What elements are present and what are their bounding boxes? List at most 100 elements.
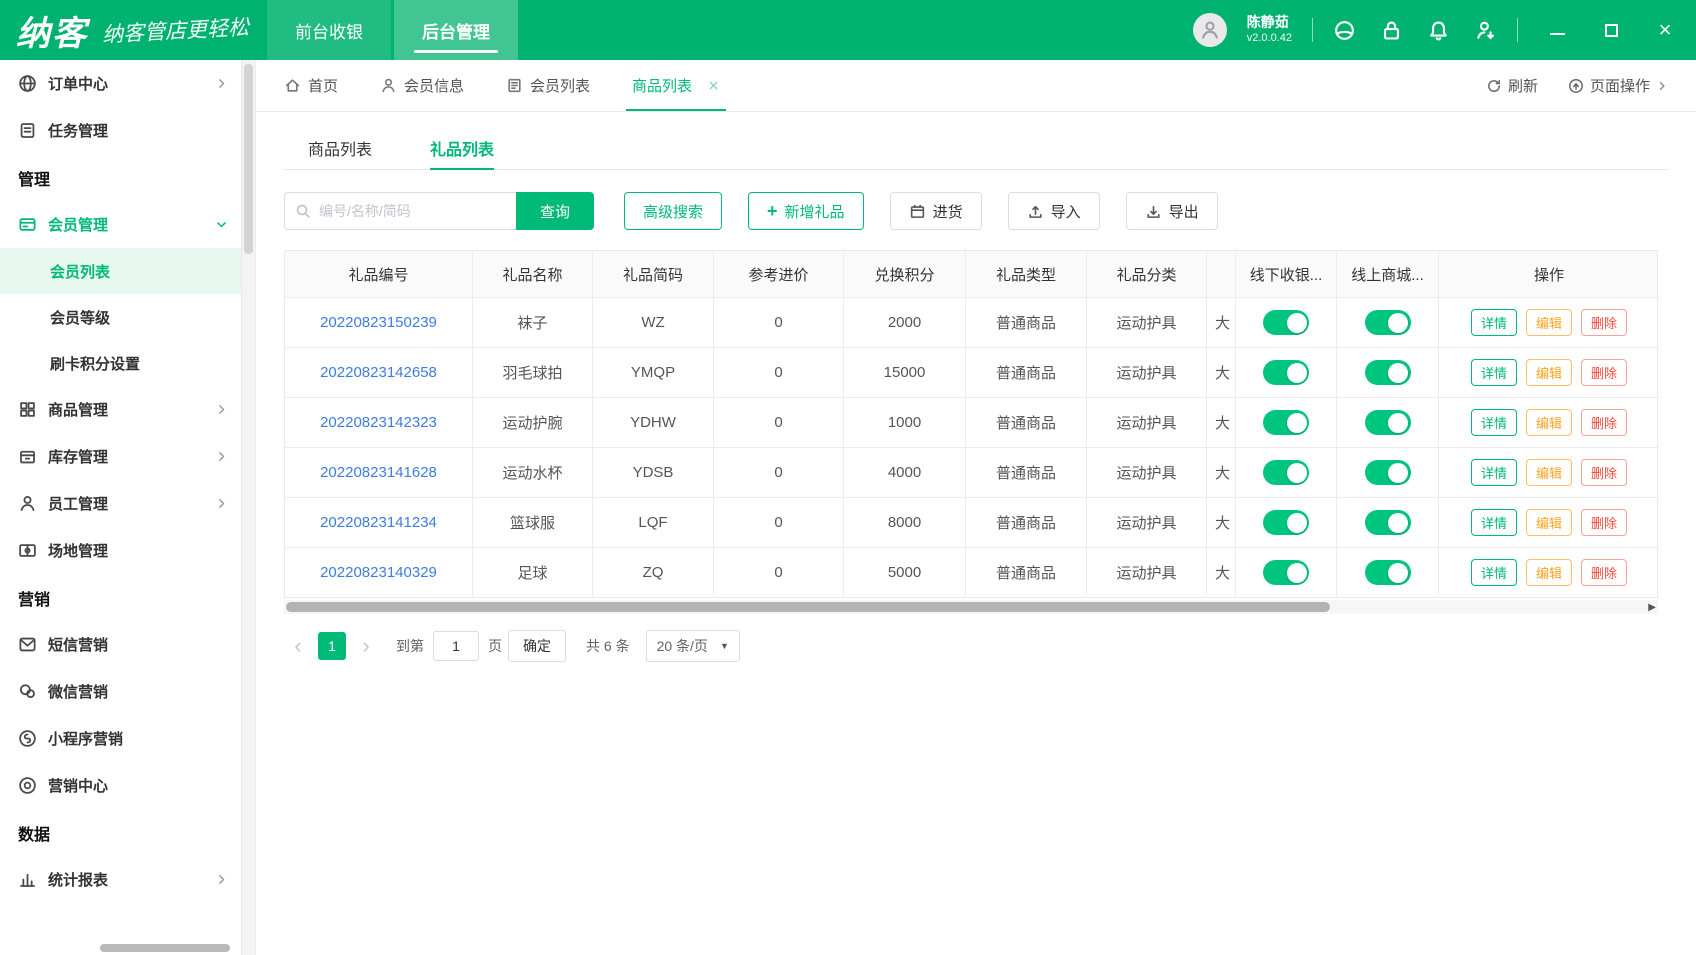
- app-tagline: 纳客管店更轻松: [101, 11, 249, 49]
- delete-button[interactable]: 删除: [1581, 509, 1627, 536]
- edit-button[interactable]: 编辑: [1526, 509, 1572, 536]
- search-input[interactable]: [319, 203, 506, 219]
- detail-button[interactable]: 详情: [1471, 409, 1517, 436]
- prev-page-button[interactable]: ‹: [284, 632, 312, 660]
- lock-icon[interactable]: [1380, 19, 1403, 42]
- topbar: 纳客 纳客管店更轻松 前台收银后台管理 陈静茹 v2.0.0.42 ×: [0, 0, 1696, 60]
- breadcrumb-tab-member-info[interactable]: 会员信息: [380, 60, 464, 111]
- sidebar-item-task-manage[interactable]: 任务管理: [0, 107, 242, 154]
- horizontal-scrollbar-thumb[interactable]: [286, 602, 1330, 612]
- sidebar-subitem-card-points-setting[interactable]: 刷卡积分设置: [0, 340, 242, 386]
- sidebar-scrollbar[interactable]: [241, 60, 255, 955]
- edit-button[interactable]: 编辑: [1526, 559, 1572, 586]
- sidebar-item-goods-manage[interactable]: 商品管理: [0, 386, 242, 433]
- breadcrumb-tab-home[interactable]: 首页: [284, 60, 338, 111]
- top-tab-front-cashier[interactable]: 前台收银: [267, 0, 391, 60]
- close-tab-icon[interactable]: [707, 79, 720, 92]
- delete-button[interactable]: 删除: [1581, 409, 1627, 436]
- offline-cashier-toggle[interactable]: [1263, 410, 1309, 435]
- gift-code-link[interactable]: 20220823142323: [320, 414, 437, 431]
- purchase-button[interactable]: 进货: [890, 192, 982, 230]
- offline-cashier-toggle[interactable]: [1263, 560, 1309, 585]
- tab-gift-list[interactable]: 礼品列表: [430, 126, 494, 169]
- confirm-button[interactable]: 确定: [508, 630, 566, 662]
- gift-code-link[interactable]: 20220823150239: [320, 314, 437, 331]
- online-mall-toggle[interactable]: [1365, 360, 1411, 385]
- gift-category-cell: 运动护具: [1087, 297, 1207, 347]
- sidebar-item-member-manage[interactable]: 会员管理: [0, 201, 242, 248]
- online-mall-toggle[interactable]: [1365, 560, 1411, 585]
- edit-button[interactable]: 编辑: [1526, 359, 1572, 386]
- offline-cashier-toggle[interactable]: [1263, 460, 1309, 485]
- add-gift-label: 新增礼品: [785, 201, 845, 222]
- browser-icon[interactable]: [1333, 19, 1356, 42]
- delete-button[interactable]: 删除: [1581, 309, 1627, 336]
- next-page-button[interactable]: ›: [352, 632, 380, 660]
- sidebar-hscrollbar-thumb[interactable]: [100, 944, 230, 952]
- sidebar-item-miniprogram-marketing[interactable]: 小程序营销: [0, 715, 242, 762]
- inventory-icon: [18, 447, 37, 466]
- sidebar-item-order-center[interactable]: 订单中心: [0, 60, 242, 107]
- sidebar-item-label: 短信营销: [48, 634, 108, 655]
- tab-goods-list[interactable]: 商品列表: [308, 126, 372, 169]
- sidebar-item-venue-manage[interactable]: 场地管理: [0, 527, 242, 574]
- sidebar-item-staff-manage[interactable]: 员工管理: [0, 480, 242, 527]
- gift-name-cell: 运动水杯: [473, 447, 593, 497]
- page-size-select[interactable]: 20 条/页 ▼: [646, 630, 740, 662]
- sidebar-scrollbar-thumb[interactable]: [244, 64, 253, 254]
- add-gift-button[interactable]: +新增礼品: [748, 192, 864, 230]
- detail-button[interactable]: 详情: [1471, 309, 1517, 336]
- edit-button[interactable]: 编辑: [1526, 409, 1572, 436]
- gift-type-cell: 普通商品: [966, 497, 1087, 547]
- sidebar-item-inventory-manage[interactable]: 库存管理: [0, 433, 242, 480]
- breadcrumb-tab-member-list[interactable]: 会员列表: [506, 60, 590, 111]
- online-mall-toggle[interactable]: [1365, 460, 1411, 485]
- avatar[interactable]: [1193, 13, 1227, 47]
- top-tab-back-admin[interactable]: 后台管理: [394, 0, 518, 60]
- advanced-search-button[interactable]: 高级搜索: [624, 192, 722, 230]
- detail-button[interactable]: 详情: [1471, 559, 1517, 586]
- online-mall-toggle[interactable]: [1365, 510, 1411, 535]
- sidebar-item-marketing-center[interactable]: 营销中心: [0, 762, 242, 809]
- client-download-icon[interactable]: [1474, 19, 1497, 42]
- online-mall-toggle[interactable]: [1365, 310, 1411, 335]
- current-page[interactable]: 1: [318, 632, 346, 660]
- close-button[interactable]: ×: [1652, 17, 1678, 43]
- delete-button[interactable]: 删除: [1581, 459, 1627, 486]
- gift-code-link[interactable]: 20220823140329: [320, 564, 437, 581]
- gift-code-link[interactable]: 20220823141234: [320, 514, 437, 531]
- breadcrumb-tab-goods-list[interactable]: 商品列表: [632, 60, 720, 111]
- bell-icon[interactable]: [1427, 19, 1450, 42]
- maximize-button[interactable]: [1598, 17, 1624, 43]
- gift-shortcode-cell: WZ: [593, 297, 714, 347]
- refresh-button[interactable]: 刷新: [1486, 75, 1538, 96]
- gift-code-link[interactable]: 20220823141628: [320, 464, 437, 481]
- sidebar-item-wechat-marketing[interactable]: 微信营销: [0, 668, 242, 715]
- sidebar-item-sms-marketing[interactable]: 短信营销: [0, 621, 242, 668]
- sidebar-subitem-member-level[interactable]: 会员等级: [0, 294, 242, 340]
- sidebar-item-label: 场地管理: [48, 540, 108, 561]
- app-logo: 纳客: [16, 6, 88, 55]
- page-ops-button[interactable]: 页面操作: [1568, 75, 1668, 96]
- delete-button[interactable]: 删除: [1581, 559, 1627, 586]
- offline-cashier-toggle[interactable]: [1263, 510, 1309, 535]
- sidebar-subitem-member-list[interactable]: 会员列表: [0, 248, 242, 294]
- detail-button[interactable]: 详情: [1471, 509, 1517, 536]
- detail-button[interactable]: 详情: [1471, 359, 1517, 386]
- offline-cashier-toggle[interactable]: [1263, 310, 1309, 335]
- sidebar-item-statistic-report[interactable]: 统计报表: [0, 856, 242, 903]
- import-button[interactable]: 导入: [1008, 192, 1100, 230]
- export-button[interactable]: 导出: [1126, 192, 1218, 230]
- gift-category-cell: 运动护具: [1087, 497, 1207, 547]
- search-button[interactable]: 查询: [516, 192, 594, 230]
- scroll-right-arrow[interactable]: ▶: [1648, 600, 1656, 614]
- goto-page-input[interactable]: [433, 631, 479, 661]
- edit-button[interactable]: 编辑: [1526, 459, 1572, 486]
- detail-button[interactable]: 详情: [1471, 459, 1517, 486]
- edit-button[interactable]: 编辑: [1526, 309, 1572, 336]
- online-mall-toggle[interactable]: [1365, 410, 1411, 435]
- delete-button[interactable]: 删除: [1581, 359, 1627, 386]
- gift-code-link[interactable]: 20220823142658: [320, 364, 437, 381]
- minimize-button[interactable]: [1544, 17, 1570, 43]
- offline-cashier-toggle[interactable]: [1263, 360, 1309, 385]
